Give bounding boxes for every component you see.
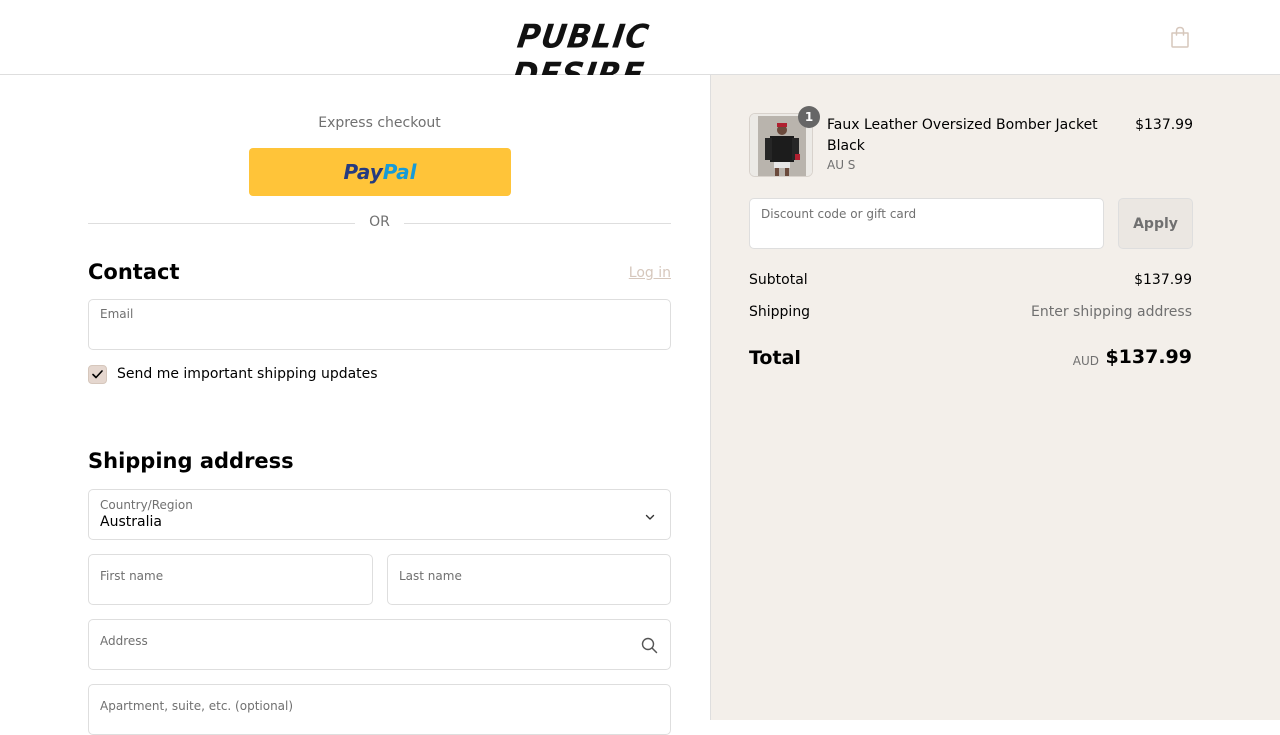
quantity-badge: 1 (798, 106, 820, 128)
first-name-field[interactable]: First name (88, 554, 373, 605)
email-label: Email (100, 307, 134, 321)
contact-heading: Contact (88, 260, 180, 284)
last-name-label: Last name (399, 569, 462, 583)
first-name-label: First name (100, 569, 164, 583)
public-desire-logo[interactable]: PUBLIC DESIRE® (510, 18, 765, 107)
shipping-updates-label: Send me important shipping updates (117, 366, 378, 382)
or-divider-label: OR (355, 214, 404, 230)
search-icon[interactable] (641, 637, 658, 654)
discount-code-input[interactable]: Discount code or gift card (749, 198, 1104, 249)
express-checkout-title: Express checkout (318, 115, 441, 131)
paypal-button[interactable]: Pay Pal (249, 148, 511, 196)
subtotal-label: Subtotal (749, 272, 808, 288)
apply-discount-button[interactable]: Apply (1118, 198, 1193, 249)
discount-code-label: Discount code or gift card (761, 207, 917, 221)
checkout-form-panel: Express checkout Pay Pal OR Contact Log i… (0, 75, 710, 735)
log-in-link[interactable]: Log in (600, 265, 671, 281)
product-name: Faux Leather Oversized Bomber Jacket Bla… (827, 117, 1098, 154)
apartment-field[interactable]: Apartment, suite, etc. (optional) (88, 684, 671, 735)
country-region-value: Australia (100, 514, 162, 530)
total-currency: AUD (1072, 354, 1099, 368)
subtotal-value: $137.99 (1134, 272, 1192, 288)
shipping-label: Shipping (749, 304, 811, 320)
shopping-bag-icon[interactable] (1169, 25, 1191, 49)
product-price: $137.99 (1135, 117, 1193, 133)
paypal-logo-pal: Pal (382, 160, 417, 184)
site-header: PUBLIC DESIRE® (0, 0, 1280, 107)
chevron-down-icon (644, 508, 656, 520)
address-label: Address (100, 634, 148, 648)
country-region-label: Country/Region (100, 498, 193, 512)
email-field[interactable]: Email (88, 299, 671, 350)
total-value: $137.99 (1105, 346, 1192, 368)
order-summary-panel: 1 Faux Leather Oversized Bomber Jacket B… (710, 75, 1280, 720)
shipping-updates-checkbox[interactable] (88, 365, 107, 384)
total-label: Total (749, 347, 801, 369)
shipping-address-heading: Shipping address (88, 449, 294, 473)
product-variant: AU S (827, 158, 856, 172)
shipping-value: Enter shipping address (1031, 304, 1192, 320)
paypal-logo-pay: Pay (343, 160, 383, 184)
address-field[interactable]: Address (88, 619, 671, 670)
country-region-select[interactable]: Country/Region Australia (88, 489, 671, 540)
checkmark-icon (92, 370, 103, 379)
apartment-label: Apartment, suite, etc. (optional) (100, 699, 294, 713)
last-name-field[interactable]: Last name (387, 554, 671, 605)
